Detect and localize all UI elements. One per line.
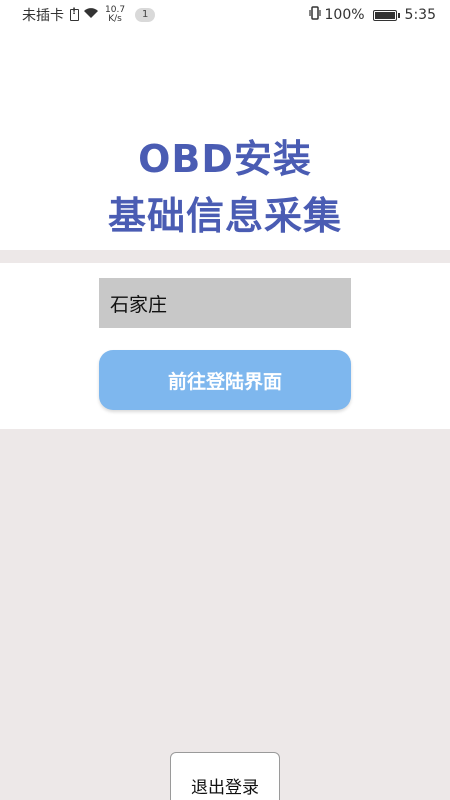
sim-missing-icon [70, 7, 79, 21]
net-speed: 10.7 K/s [105, 6, 125, 24]
status-right: 100% 5:35 [308, 6, 436, 24]
wifi-icon [83, 7, 99, 23]
battery-percent: 100% [324, 7, 365, 23]
page-title-line2: 基础信息采集 [107, 194, 342, 238]
city-input[interactable] [99, 278, 351, 328]
status-left: 未插卡 10.7 K/s 1 [22, 5, 156, 25]
header-area: OBD安装 基础信息采集 [0, 30, 450, 250]
net-speed-unit: K/s [108, 14, 122, 24]
status-bar: 未插卡 10.7 K/s 1 100% 5:35 [0, 0, 450, 30]
vibrate-icon [308, 6, 321, 24]
battery-icon [372, 9, 400, 21]
clock: 5:35 [404, 7, 436, 23]
go-to-login-button[interactable]: 前往登陆界面 [99, 350, 351, 410]
carrier-label: 未插卡 [22, 8, 64, 24]
form-area: 前往登陆界面 [0, 263, 450, 429]
logout-button[interactable]: 退出登录 [170, 752, 280, 800]
page-title-line1: OBD安装 [138, 137, 312, 181]
notification-badge: 1 [135, 8, 156, 22]
